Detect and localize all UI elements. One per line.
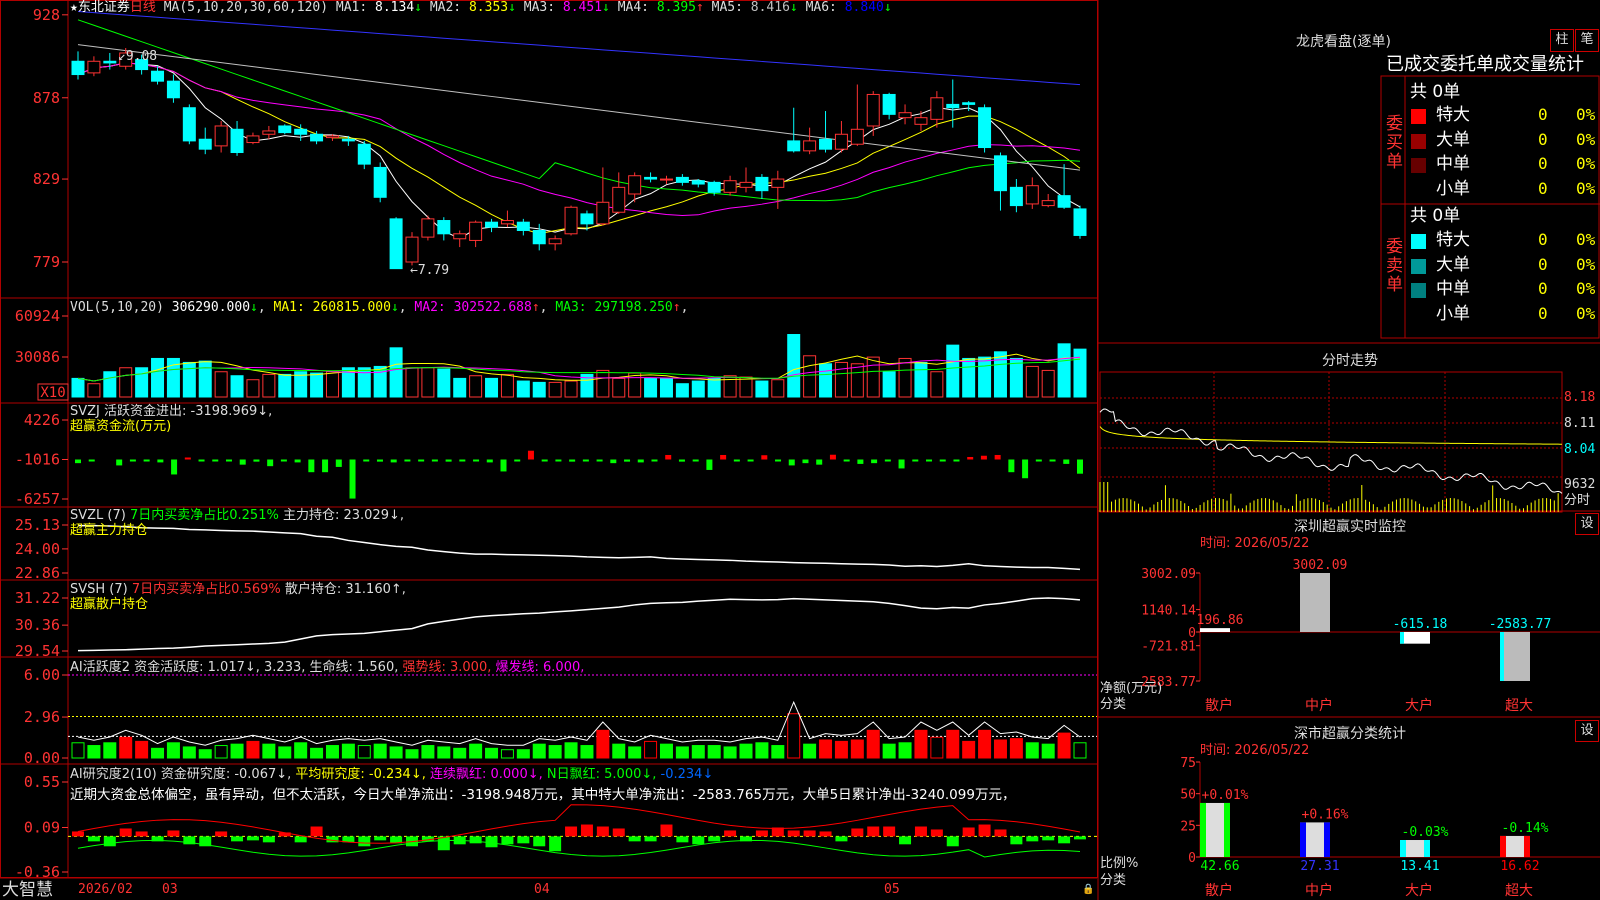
fenshi-vol-unit: 分时	[1564, 493, 1591, 508]
sz-monitor-value-2: 3002.09	[1293, 558, 1348, 573]
sz-class-bar-edge	[1400, 840, 1406, 857]
buy-row-pct-3: 0%	[1576, 154, 1596, 173]
sz-class-cat-3: 大户	[1405, 882, 1433, 899]
sell-total: 共 0单	[1410, 206, 1461, 226]
sz-class-time: 时间: 2026/05/22	[1200, 743, 1310, 758]
sell-row-pct-4: 0%	[1576, 303, 1596, 323]
sz-class-bar-edge	[1500, 835, 1506, 857]
sz-class-cat-4: 超大	[1505, 883, 1533, 899]
sz-class-ylabel: 比例%	[1100, 856, 1139, 871]
buy-row-swatch-3	[1411, 158, 1426, 173]
sell-row-count-4: 0	[1538, 303, 1548, 323]
sell-row-name-4: 小单	[1436, 303, 1470, 324]
sz-monitor-cat-3: 大户	[1405, 697, 1433, 714]
sz-class-bar-edge	[1200, 802, 1206, 857]
sz-class-value-4: 16.62	[1500, 859, 1539, 874]
longhu-subtitle: 已成交委托单成交量统计	[1386, 54, 1584, 75]
sz-class-bar-edge	[1424, 840, 1430, 857]
sz-class-change-1: +0.01%	[1202, 788, 1249, 803]
sz-monitor-settings-button[interactable]: 设	[1575, 513, 1599, 535]
buy-row-count-1: 0	[1538, 105, 1548, 124]
sz-class-settings-button[interactable]: 设	[1575, 720, 1599, 742]
buy-row-pct-4: 0%	[1576, 178, 1596, 198]
longhu-title: 龙虎看盘(逐单)	[1296, 34, 1391, 50]
right-panels: 3002.09 1140.14 0 -721.81 -2583.77 196.86 散户 30…	[1097, 0, 1600, 900]
sz-class-change-4: -0.14%	[1502, 821, 1549, 836]
bar-mode-button[interactable]: 柱	[1550, 29, 1574, 52]
sz-class-xlabel: 分类	[1100, 873, 1127, 888]
sz-class-bar-edge	[1324, 822, 1330, 857]
sell-row-name-1: 特大	[1436, 230, 1470, 250]
sell-row-count-3: 0	[1538, 279, 1548, 298]
sell-row-swatch-1	[1411, 234, 1426, 249]
sz-monitor-value-3: -615.18	[1393, 617, 1448, 632]
sell-row-name-3: 中单	[1436, 279, 1470, 299]
sz-monitor-y-tick-2: 1140.14	[1141, 604, 1196, 619]
sz-class-cat-1: 散户	[1205, 882, 1233, 899]
sz-class-value-1: 42.66	[1200, 859, 1239, 874]
sz-monitor-cat-2: 中户	[1305, 697, 1333, 714]
sz-class-cat-2: 中户	[1305, 882, 1333, 899]
sell-order-label: 委卖单	[1386, 237, 1403, 295]
sz-monitor-bar-2	[1300, 573, 1330, 632]
buy-row-count-2: 0	[1538, 129, 1548, 149]
buy-total: 共 0单	[1410, 82, 1461, 102]
buy-row-pct-2: 0%	[1576, 129, 1596, 149]
sell-row-swatch-3	[1411, 283, 1426, 298]
sz-class-y-tick-2: 50	[1180, 788, 1196, 803]
sz-class-y-tick-4: 0	[1188, 851, 1196, 866]
sz-class-y-tick-3: 25	[1180, 819, 1196, 834]
sz-monitor-cat-4: 超大	[1505, 698, 1533, 714]
sz-class-bar-edge	[1300, 822, 1306, 857]
buy-order-label: 委买单	[1386, 114, 1403, 172]
buy-row-name-1: 特大	[1436, 105, 1470, 125]
sell-row-swatch-2	[1411, 258, 1426, 274]
buy-row-name-2: 大单	[1436, 129, 1470, 150]
sz-monitor-bar-4	[1500, 632, 1530, 681]
fenshi-title: 分时走势	[1322, 353, 1378, 369]
sz-class-value-3: 13.41	[1400, 859, 1439, 874]
buy-row-pct-1: 0%	[1576, 105, 1596, 124]
sz-monitor-bar-edge	[1500, 632, 1504, 681]
buy-row-count-4: 0	[1538, 178, 1548, 198]
fenshi-vol-tick: 9632	[1564, 477, 1596, 492]
sz-monitor-xlabel: 分类	[1100, 697, 1127, 712]
sz-monitor-ylabel: 净额(万元)	[1100, 681, 1163, 696]
tick-mode-button[interactable]: 笔	[1575, 29, 1599, 52]
sz-class-title: 深市超赢分类统计	[1294, 726, 1406, 742]
sz-class-bar-edge	[1224, 802, 1230, 857]
buy-row-swatch-2	[1411, 133, 1426, 149]
buy-row-name-3: 中单	[1436, 154, 1470, 174]
sz-class-y-tick-1: 75	[1180, 756, 1196, 771]
fenshi-tick-1: 8.18	[1564, 390, 1596, 405]
sz-monitor-y-tick-4: -721.81	[1141, 640, 1196, 655]
sell-row-pct-1: 0%	[1576, 230, 1596, 249]
sz-monitor-bar-edge	[1400, 632, 1404, 644]
sz-monitor-bar-3	[1400, 632, 1430, 644]
sell-row-pct-2: 0%	[1576, 254, 1596, 274]
buy-row-count-3: 0	[1538, 154, 1548, 173]
sz-class-change-3: -0.03%	[1402, 825, 1449, 840]
sz-monitor-y-tick-1: 3002.09	[1141, 567, 1196, 582]
sell-row-name-2: 大单	[1436, 254, 1470, 275]
fenshi-tick-3: 8.04	[1564, 442, 1596, 457]
sz-monitor-value-4: -2583.77	[1489, 617, 1552, 632]
sz-monitor-title: 深圳超赢实时监控	[1294, 519, 1406, 535]
sz-monitor-value-1: 196.86	[1197, 613, 1244, 628]
sz-monitor-cat-1: 散户	[1205, 697, 1233, 714]
sz-class-bar-edge	[1524, 835, 1530, 857]
fenshi-tick-2: 8.11	[1564, 416, 1596, 431]
sell-row-count-2: 0	[1538, 254, 1548, 274]
sell-row-pct-3: 0%	[1576, 279, 1596, 298]
sz-monitor-bar-1	[1200, 628, 1230, 632]
fenshi-price-line	[1099, 408, 1563, 494]
buy-row-swatch-1	[1411, 109, 1426, 124]
sz-class-change-2: +0.16%	[1302, 807, 1349, 822]
sz-class-value-2: 27.31	[1300, 859, 1339, 874]
buy-row-name-4: 小单	[1436, 178, 1470, 199]
sell-row-count-1: 0	[1538, 230, 1548, 249]
sz-monitor-time: 时间: 2026/05/22	[1200, 536, 1310, 551]
